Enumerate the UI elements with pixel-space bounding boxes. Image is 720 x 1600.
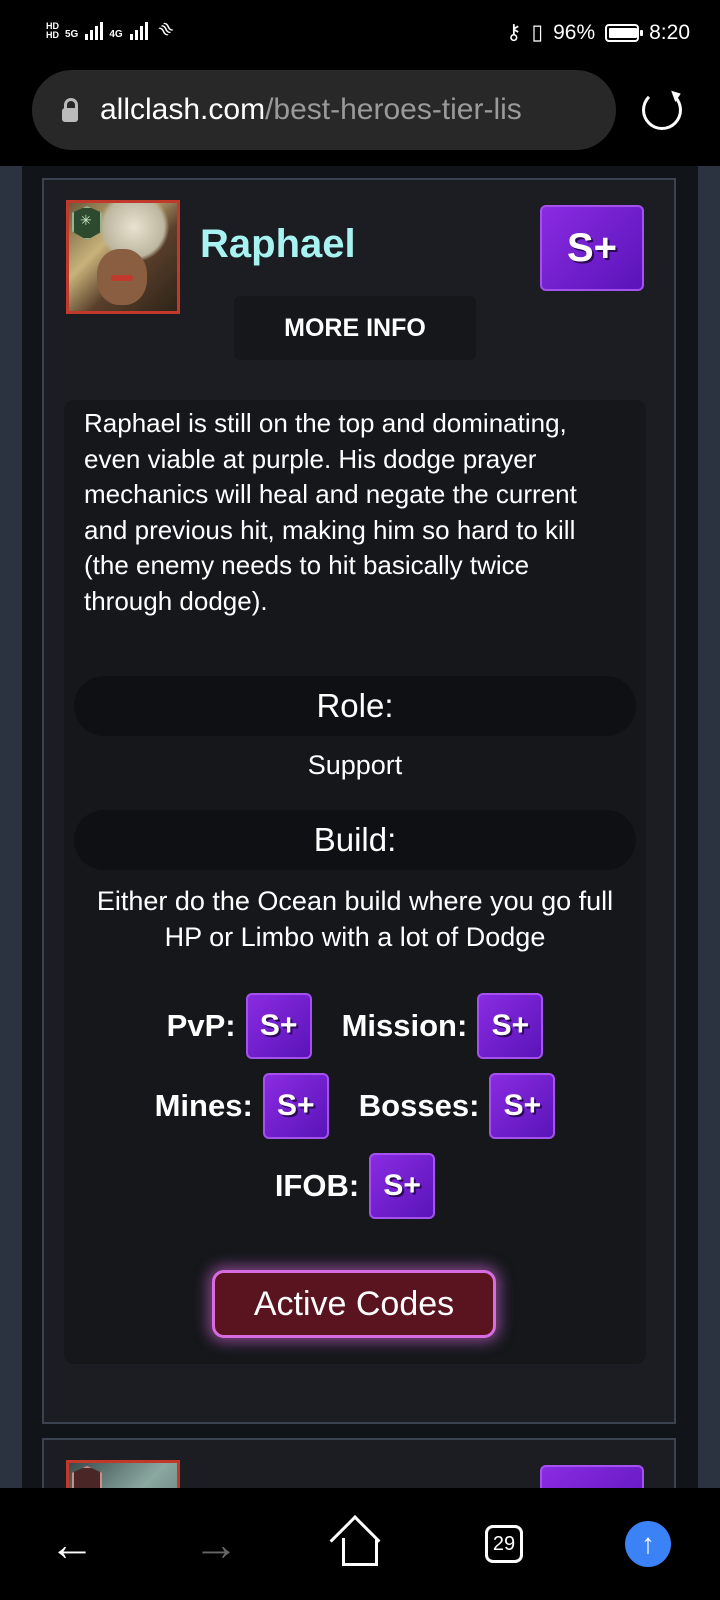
build-value: Either do the Ocean build where you go f… (96, 886, 614, 952)
hero-description: Raphael is still on the top and dominati… (84, 408, 577, 616)
vibrate-icon: ▯ (531, 21, 544, 44)
url-text[interactable]: allclash.com/best-heroes-tier-lis (100, 93, 600, 127)
rating-ifob: IFOB: S+ (275, 1153, 436, 1219)
reload-icon[interactable] (642, 90, 682, 130)
key-icon: ⚷ (506, 21, 522, 44)
forward-arrow-icon: → (193, 1518, 239, 1570)
signal-icon-2 (129, 18, 148, 40)
forward-button[interactable]: → (188, 1516, 244, 1572)
signal-icon (85, 18, 104, 40)
build-heading: Build: (74, 810, 636, 870)
back-button[interactable]: ← (44, 1516, 100, 1572)
tier-badge: S+ (477, 993, 544, 1059)
next-hero-card (42, 1438, 676, 1488)
status-left: HD HD 5G 4G ≋ (46, 17, 178, 42)
arrow-up-icon: ↑ (625, 1521, 671, 1567)
hero-portrait[interactable] (66, 200, 180, 314)
tier-badge: S+ (262, 1073, 329, 1139)
next-hero-portrait[interactable] (66, 1460, 180, 1488)
browser-toolbar: allclash.com/best-heroes-tier-lis (0, 70, 720, 166)
rating-bosses: Bosses: S+ (359, 1073, 556, 1139)
tab-count: 29 (485, 1525, 523, 1563)
url-domain: allclash.com (100, 93, 266, 126)
hero-tier-badge: S+ (540, 205, 644, 291)
class-badge-icon (72, 206, 102, 240)
hero-card: Raphael S+ MORE INFO Raphael is still on… (42, 178, 676, 1424)
rating-mission: Mission: S+ (342, 993, 544, 1059)
lock-icon[interactable] (62, 98, 78, 122)
url-path: /best-heroes-tier-lis (265, 93, 522, 126)
role-heading: Role: (74, 676, 636, 736)
home-button[interactable] (332, 1516, 388, 1572)
wifi-icon: ≋ (153, 16, 178, 42)
back-arrow-icon: ← (49, 1518, 95, 1570)
rating-pvp: PvP: S+ (167, 993, 312, 1059)
status-right: ⚷ ▯ 96% 8:20 (506, 20, 690, 45)
hero-name[interactable]: Raphael (200, 222, 356, 267)
upload-button[interactable]: ↑ (620, 1516, 676, 1572)
network-label-1: 5G (65, 29, 79, 40)
active-codes-button[interactable]: Active Codes (212, 1270, 496, 1338)
tier-badge: S+ (489, 1073, 556, 1139)
tier-badge: S+ (245, 993, 312, 1059)
browser-bottom-bar: ← → 29 ↑ (0, 1488, 720, 1600)
address-bar[interactable]: allclash.com/best-heroes-tier-lis (32, 70, 616, 150)
more-info-button[interactable]: MORE INFO (234, 296, 476, 360)
class-badge-icon (72, 1466, 102, 1488)
tier-badge: S+ (369, 1153, 436, 1219)
next-hero-tier-badge (540, 1465, 644, 1488)
status-bar: HD HD 5G 4G ≋ ⚷ ▯ 96% 8:20 (0, 0, 720, 70)
clock: 8:20 (649, 20, 690, 44)
rating-mines: Mines: S+ (155, 1073, 329, 1139)
battery-percent: 96% (553, 20, 596, 44)
tabs-button[interactable]: 29 (476, 1516, 532, 1572)
web-page: Raphael S+ MORE INFO Raphael is still on… (0, 166, 720, 1488)
hero-details: Raphael is still on the top and dominati… (64, 400, 646, 1364)
network-label-2: 4G (109, 29, 123, 40)
hd-indicator: HD HD (46, 21, 59, 40)
battery-icon (605, 23, 644, 42)
role-value: Support (307, 750, 403, 780)
home-icon (342, 1538, 378, 1566)
